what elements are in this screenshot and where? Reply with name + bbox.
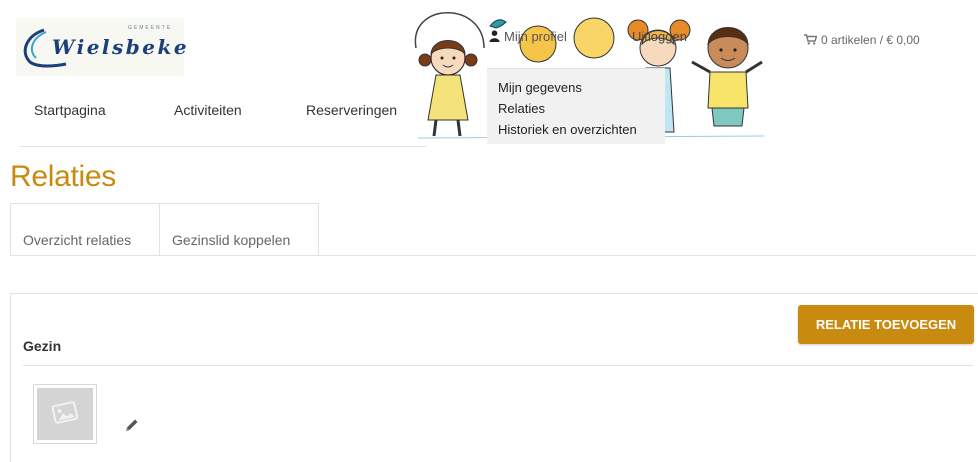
- cart-icon: [804, 34, 817, 45]
- menu-item-relaties[interactable]: Relaties: [498, 98, 665, 119]
- pencil-icon[interactable]: [124, 417, 140, 433]
- user-icon: [489, 30, 500, 42]
- my-profile-label: Mijn profiel: [504, 29, 567, 44]
- tab-gezinslid-koppelen[interactable]: Gezinslid koppelen: [159, 203, 319, 256]
- image-placeholder-icon: [51, 401, 79, 424]
- nav-item-activiteiten[interactable]: Activiteiten: [174, 102, 242, 118]
- nav-item-startpagina[interactable]: Startpagina: [34, 102, 106, 118]
- profile-dropdown: Mijn gegevens Relaties Historiek en over…: [487, 68, 665, 144]
- logout-link[interactable]: Uitloggen: [632, 29, 687, 44]
- logo-subtitle: GEMEENTE: [128, 25, 173, 31]
- my-profile-menu[interactable]: Mijn profiel: [489, 29, 567, 44]
- member-photo-placeholder: [37, 388, 93, 440]
- menu-item-mijn-gegevens[interactable]: Mijn gegevens: [498, 77, 665, 98]
- family-divider: [23, 365, 973, 366]
- member-photo[interactable]: [33, 384, 97, 444]
- site-logo[interactable]: GEMEENTE Wielsbeke: [16, 18, 187, 76]
- cart-link[interactable]: 0 artikelen / € 0,00: [804, 33, 920, 47]
- logo-wordmark: Wielsbeke: [52, 35, 190, 59]
- page-title: Relaties: [10, 160, 116, 193]
- menu-item-historiek[interactable]: Historiek en overzichten: [498, 119, 665, 140]
- cart-summary: 0 artikelen / € 0,00: [821, 33, 920, 47]
- family-panel: RELATIE TOEVOEGEN Gezin: [10, 293, 978, 462]
- tab-overzicht-relaties[interactable]: Overzicht relaties: [10, 203, 160, 256]
- nav-divider: [20, 146, 426, 147]
- tabs-divider: [10, 255, 976, 256]
- add-relation-button[interactable]: RELATIE TOEVOEGEN: [798, 305, 974, 344]
- family-heading: Gezin: [23, 338, 62, 354]
- nav-item-reserveringen[interactable]: Reserveringen: [306, 102, 397, 118]
